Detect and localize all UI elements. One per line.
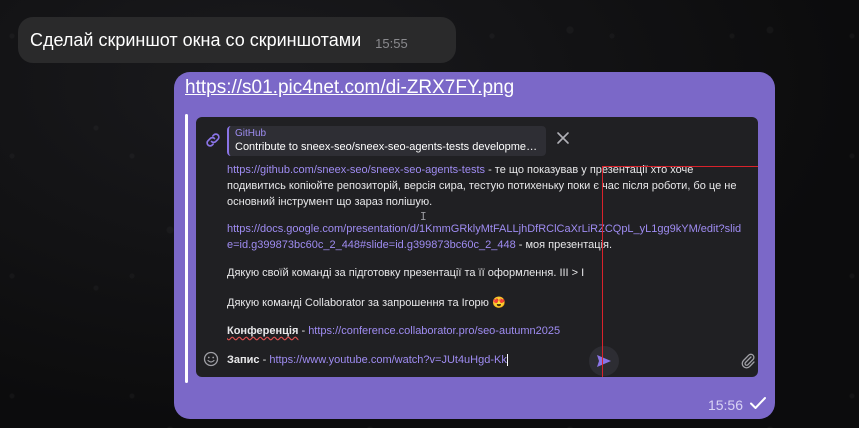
incoming-message-text: Сделай скриншот окна со скриншотами bbox=[30, 29, 362, 50]
youtube-link[interactable]: https://www.youtube.com/watch?v=JUt4uHgd… bbox=[269, 354, 507, 366]
incoming-message-time: 15:55 bbox=[375, 35, 408, 51]
link-chain-icon bbox=[206, 133, 220, 147]
message-link[interactable]: https://s01.pic4net.com/di-ZRX7FY.png bbox=[185, 77, 514, 99]
draft-paragraph-2-text: - моя презентація. bbox=[515, 239, 613, 251]
conference-link[interactable]: https://conference.collaborator.pro/seo-… bbox=[308, 325, 560, 337]
chat-area: Сделай скриншот окна со скриншотами 15:5… bbox=[0, 0, 859, 428]
text-cursor bbox=[506, 354, 508, 367]
reply-preview[interactable]: GitHub Contribute to sneex-seo/sneex-seo… bbox=[227, 126, 546, 156]
paperclip-icon[interactable] bbox=[740, 353, 756, 369]
draft-paragraph-3: Дякую своїй команді за підготовку презен… bbox=[227, 267, 585, 279]
conference-separator: - bbox=[298, 325, 309, 337]
send-icon bbox=[597, 355, 611, 367]
draft-paragraph-5: Конференція - https://conference.collabo… bbox=[227, 323, 747, 339]
close-icon[interactable] bbox=[556, 131, 570, 145]
double-check-icon bbox=[750, 397, 766, 409]
emoji-icon[interactable] bbox=[203, 351, 219, 367]
github-link[interactable]: https://github.com/sneex-seo/sneex-seo-a… bbox=[227, 164, 485, 176]
presentation-link[interactable]: https://docs.google.com/presentation/d/1… bbox=[227, 223, 741, 251]
incoming-message[interactable]: Сделай скриншот окна со скриншотами 15:5… bbox=[18, 17, 456, 63]
outgoing-message[interactable]: https://s01.pic4net.com/di-ZRX7FY.png Gi… bbox=[174, 72, 775, 419]
outgoing-message-time: 15:56 bbox=[707, 397, 743, 413]
draft-paragraph-4: Дякую команді Collaborator за запрошення… bbox=[227, 297, 506, 309]
send-button[interactable] bbox=[589, 346, 619, 376]
ibeam-cursor: I bbox=[420, 210, 427, 223]
record-label: Запис bbox=[227, 354, 260, 366]
conference-label: Конференція bbox=[227, 325, 299, 337]
link-preview-bar bbox=[185, 114, 188, 383]
record-separator: - bbox=[259, 354, 270, 366]
draft-paragraph-1: https://github.com/sneex-seo/sneex-seo-a… bbox=[227, 162, 747, 210]
reply-preview-site: GitHub bbox=[235, 128, 267, 139]
message-input[interactable]: Запис - https://www.youtube.com/watch?v=… bbox=[227, 354, 508, 367]
link-preview-screenshot[interactable]: GitHub Contribute to sneex-seo/sneex-seo… bbox=[196, 117, 758, 377]
draft-paragraph-2: https://docs.google.com/presentation/d/1… bbox=[227, 221, 747, 253]
reply-preview-title: Contribute to sneex-seo/sneex-seo-agents… bbox=[235, 141, 540, 153]
